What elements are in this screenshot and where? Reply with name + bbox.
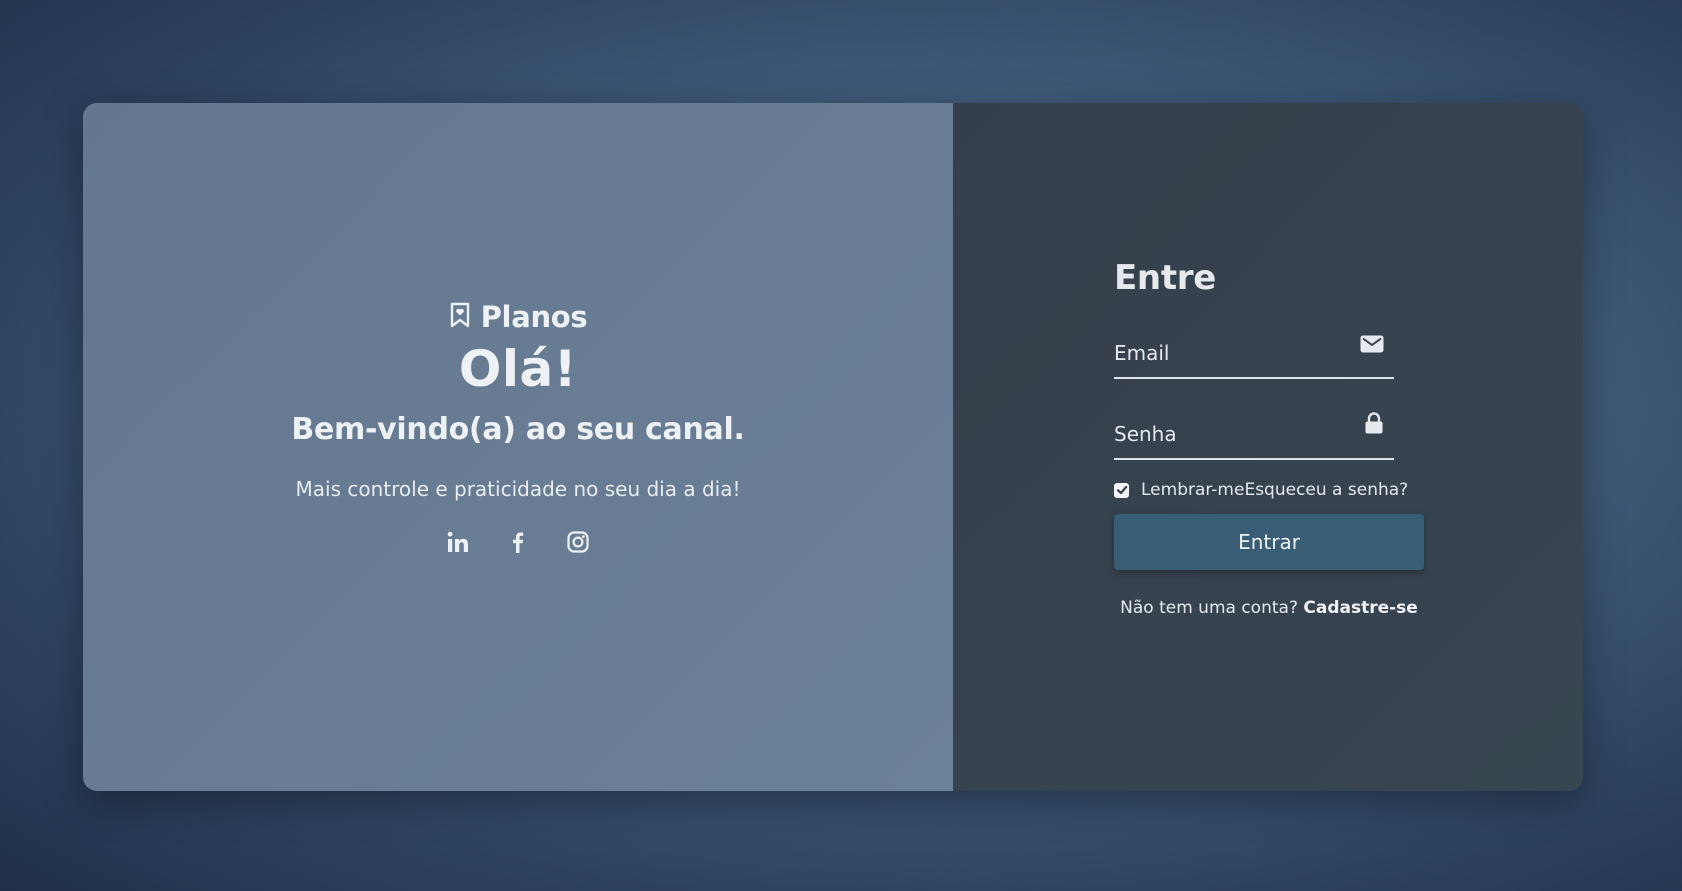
- password-input[interactable]: [1114, 422, 1354, 446]
- brand: Planos: [449, 300, 588, 334]
- email-input[interactable]: [1114, 341, 1354, 365]
- greeting: Olá!: [458, 339, 578, 398]
- login-button[interactable]: Entrar: [1114, 514, 1424, 570]
- social-links: [445, 529, 591, 555]
- remember-label[interactable]: Lembrar-me: [1141, 480, 1244, 500]
- password-field: [1114, 405, 1394, 460]
- signup-prompt-text: Não tem uma conta?: [1120, 598, 1298, 618]
- envelope-icon: [1360, 335, 1384, 357]
- remember-row: Lembrar-me Esqueceu a senha?: [1114, 480, 1424, 500]
- login-card: Planos Olá! Bem-vindo(a) ao seu canal. M…: [83, 103, 1583, 791]
- bookmark-heart-icon: [449, 302, 471, 332]
- remember-checkbox[interactable]: [1114, 482, 1129, 498]
- welcome-panel: Planos Olá! Bem-vindo(a) ao seu canal. M…: [83, 103, 953, 791]
- instagram-icon[interactable]: [565, 529, 591, 555]
- facebook-icon[interactable]: [505, 529, 531, 555]
- forgot-password-link[interactable]: Esqueceu a senha?: [1244, 480, 1408, 500]
- login-title: Entre: [1114, 258, 1217, 298]
- brand-name: Planos: [480, 299, 588, 334]
- signup-link[interactable]: Cadastre-se: [1303, 598, 1417, 618]
- tagline: Mais controle e praticidade no seu dia a…: [295, 476, 741, 501]
- signup-prompt: Não tem uma conta? Cadastre-se: [1114, 598, 1424, 618]
- email-field: [1114, 324, 1394, 379]
- lock-icon: [1364, 412, 1384, 438]
- login-panel: Entre Email Lembrar-me Esqueceu a senha?…: [953, 103, 1583, 791]
- welcome-message: Bem-vindo(a) ao seu canal.: [291, 411, 745, 447]
- login-form: Entre Email Lembrar-me Esqueceu a senha?…: [1114, 258, 1424, 618]
- linkedin-icon[interactable]: [445, 529, 471, 555]
